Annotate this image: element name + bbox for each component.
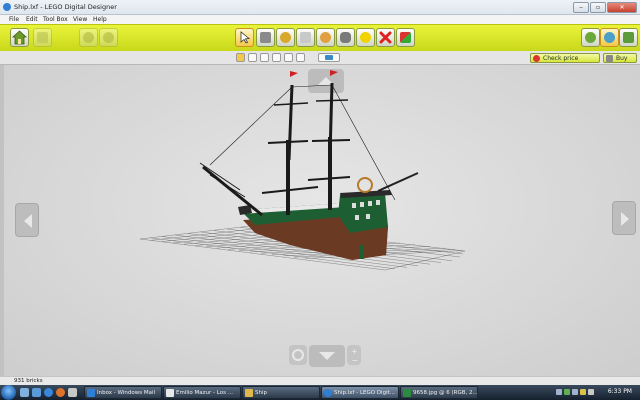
price-tag-icon: [533, 55, 540, 62]
task-lego-digital-designer[interactable]: Ship.lxf - LEGO Digit...: [321, 386, 399, 399]
save-icon: [37, 32, 48, 43]
menu-help[interactable]: Help: [93, 16, 107, 23]
close-button[interactable]: ✕: [607, 2, 637, 13]
flex-tool-button[interactable]: [316, 28, 335, 47]
brick-count: 931 bricks: [14, 378, 43, 384]
task-emilio-mazur[interactable]: Emilio Mazur - Los ...: [163, 386, 241, 399]
title-bar: Ship.lxf - LEGO Digital Designer ‒ ▫ ✕: [0, 0, 640, 15]
tray-app-icon-2[interactable]: [588, 389, 594, 395]
show-desktop-icon[interactable]: [20, 388, 29, 397]
minimize-button[interactable]: ‒: [573, 2, 589, 13]
hinge-align-icon: [300, 32, 311, 43]
ship-model[interactable]: [0, 65, 640, 376]
single-select-button[interactable]: [236, 53, 245, 62]
hinge-align-tool-button[interactable]: [296, 28, 315, 47]
ldd-icon: [324, 389, 332, 397]
start-button[interactable]: [1, 385, 16, 400]
delete-icon: [379, 31, 392, 44]
flex-icon: [320, 32, 331, 43]
group-icon: [325, 55, 333, 60]
hinge-icon: [280, 32, 291, 43]
clone-brick-icon: [260, 32, 271, 43]
save-button[interactable]: [33, 28, 52, 47]
buy-label: Buy: [616, 55, 628, 62]
task-label: Emilio Mazur - Los ...: [176, 390, 233, 396]
check-price-button[interactable]: Check price: [530, 53, 600, 63]
mail-icon: [87, 389, 95, 397]
maximize-button[interactable]: ▫: [590, 2, 606, 13]
home-icon: [11, 30, 28, 45]
building-guide-button[interactable]: [619, 28, 638, 47]
group-select-button[interactable]: [318, 53, 340, 62]
redo-icon: [103, 32, 114, 43]
decoration-tool-button[interactable]: [356, 28, 375, 47]
cursor-icon: [240, 31, 251, 44]
app-icon: [3, 3, 11, 11]
windows-taskbar: Inbox - Windows Mail Emilio Mazur - Los …: [0, 385, 640, 400]
view-mode-icon: [604, 32, 615, 43]
hide-brick-icon: [400, 32, 411, 43]
check-price-label: Check price: [543, 55, 579, 62]
folder-icon: [245, 389, 253, 397]
task-ship-folder[interactable]: Ship: [242, 386, 320, 399]
main-toolbar: [0, 24, 640, 52]
shape-select-button[interactable]: [272, 53, 281, 62]
clock[interactable]: 6:33 PM: [608, 388, 632, 395]
same-select-button[interactable]: [284, 53, 293, 62]
task-label: Ship: [255, 390, 267, 396]
paint-tool-button[interactable]: [336, 28, 355, 47]
select-tool-button[interactable]: [235, 28, 254, 47]
redo-button[interactable]: [99, 28, 118, 47]
menu-view[interactable]: View: [73, 16, 87, 23]
task-label: Ship.lxf - LEGO Digit...: [334, 390, 396, 396]
internet-explorer-icon[interactable]: [44, 388, 53, 397]
menu-edit[interactable]: Edit: [26, 16, 38, 23]
menu-file[interactable]: File: [9, 16, 19, 23]
image-editor-icon: [403, 389, 411, 397]
quick-launch-icon[interactable]: [68, 388, 77, 397]
build-mode-icon: [585, 32, 596, 43]
building-guide-icon: [623, 32, 634, 43]
invert-select-button[interactable]: [296, 53, 305, 62]
color-select-button[interactable]: [260, 53, 269, 62]
task-label: 9658.jpg @ 6 (RGB, 2...: [413, 390, 478, 396]
hinge-tool-button[interactable]: [276, 28, 295, 47]
tray-volume-icon[interactable]: [572, 389, 578, 395]
minifig-head-icon: [360, 32, 371, 43]
connected-select-button[interactable]: [248, 53, 257, 62]
tray-arrow-icon[interactable]: [556, 389, 562, 395]
switch-windows-icon[interactable]: [32, 388, 41, 397]
undo-button[interactable]: [79, 28, 98, 47]
view-mode-button[interactable]: [600, 28, 619, 47]
firefox-icon[interactable]: [56, 388, 65, 397]
browser-icon: [166, 389, 174, 397]
menu-bar: File Edit Tool Box View Help: [0, 15, 640, 24]
delete-tool-button[interactable]: [376, 28, 395, 47]
task-photoshop[interactable]: 9658.jpg @ 6 (RGB, 2...: [400, 386, 478, 399]
ship-flags: [290, 70, 338, 77]
task-windows-mail[interactable]: Inbox - Windows Mail: [84, 386, 162, 399]
buy-button[interactable]: Buy: [603, 53, 637, 63]
hide-tool-button[interactable]: [396, 28, 415, 47]
window-title: Ship.lxf - LEGO Digital Designer: [14, 3, 117, 11]
cart-icon: [606, 55, 613, 62]
menu-toolbox[interactable]: Tool Box: [43, 16, 68, 23]
home-button[interactable]: [10, 28, 29, 47]
task-label: Inbox - Windows Mail: [97, 390, 156, 396]
build-mode-button[interactable]: [581, 28, 600, 47]
undo-icon: [83, 32, 94, 43]
paint-bucket-icon: [340, 32, 351, 43]
tray-network-icon[interactable]: [564, 389, 570, 395]
tray-app-icon[interactable]: [580, 389, 586, 395]
sub-toolbar: Check price Buy: [0, 51, 640, 65]
clone-tool-button[interactable]: [256, 28, 275, 47]
viewport-3d[interactable]: + −: [0, 65, 640, 376]
